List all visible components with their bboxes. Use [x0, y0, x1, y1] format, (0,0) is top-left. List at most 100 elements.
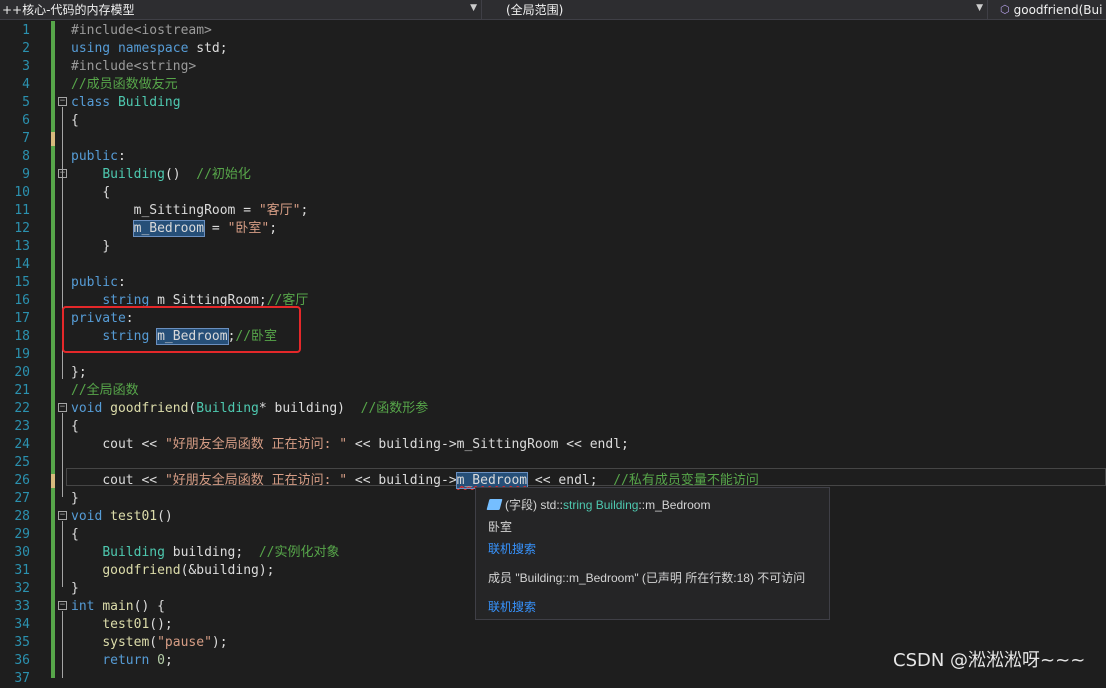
code-token: ( [149, 635, 158, 650]
code-token: ); [211, 635, 228, 650]
code-line: goodfriend(&building); [71, 562, 275, 580]
code-line: public: [71, 274, 126, 292]
code-line: void test01() [71, 508, 173, 526]
line-number: 33 [14, 599, 30, 614]
code-token: { [71, 113, 79, 128]
line-number: 36 [14, 653, 30, 668]
function-name: main [102, 599, 134, 614]
line-number: 6 [22, 113, 30, 128]
collapse-icon[interactable]: − [58, 97, 67, 106]
collapse-icon[interactable]: − [58, 403, 67, 412]
code-line: return 0; [71, 652, 173, 670]
comment: //全局函数 [71, 383, 139, 398]
code-token: : [117, 149, 126, 164]
code-token: std; [188, 41, 228, 56]
code-line: void goodfriend(Building* building) //函数… [71, 400, 428, 418]
line-number: 37 [14, 671, 30, 686]
member-dropdown[interactable]: ⬡ goodfriend(Bui [996, 0, 1106, 19]
code-line: } [71, 490, 79, 508]
comment: //初始化 [196, 167, 251, 182]
collapse-icon[interactable]: − [58, 169, 67, 178]
tooltip-namespace: std:: [540, 498, 564, 512]
code-token: << building-> [347, 473, 457, 488]
line-number: 32 [14, 581, 30, 596]
line-number: 15 [14, 275, 30, 290]
member-variable: m_SittingRoom [456, 437, 559, 452]
code-line: class Building [71, 94, 181, 112]
watermark: CSDN @淞淞淞呀~~~ [893, 650, 1086, 671]
outline-line [62, 611, 63, 678]
line-number: 9 [22, 167, 30, 182]
error-reference[interactable]: m_Bedroom [455, 472, 529, 489]
line-number: 3 [22, 59, 30, 74]
code-token: << building-> [347, 437, 457, 452]
line-number: 8 [22, 149, 30, 164]
collapse-icon[interactable]: − [58, 601, 67, 610]
line-number: 26 [14, 473, 30, 488]
comment: //实例化对象 [258, 545, 340, 560]
code-token: = [204, 221, 228, 236]
code-token: () { [133, 599, 165, 614]
code-line: #include<string> [71, 58, 196, 76]
quick-info-tooltip: (字段) std::string Building::m_Bedroom 卧室 … [475, 487, 830, 620]
scope-dropdown[interactable]: (全局范围) ▼ [488, 0, 988, 19]
collapse-icon[interactable]: − [58, 511, 67, 520]
line-number: 17 [14, 311, 30, 326]
annotation-highlight-box [62, 306, 301, 353]
function-name: system [102, 635, 150, 650]
line-number: 4 [22, 77, 30, 92]
member-dropdown-label: goodfriend(Bui [1013, 2, 1103, 17]
line-number: 13 [14, 239, 30, 254]
code-token: { [71, 527, 79, 542]
tooltip-member: ::m_Bedroom [638, 498, 711, 512]
keyword: return [102, 653, 150, 668]
code-token: () [157, 509, 173, 524]
outline-line [62, 521, 63, 587]
code-line: public: [71, 148, 126, 166]
line-number: 29 [14, 527, 30, 542]
line-number: 34 [14, 617, 30, 632]
line-number: 7 [22, 131, 30, 146]
online-search-link[interactable]: 联机搜索 [488, 540, 536, 557]
outline-line [62, 413, 63, 497]
line-number: 1 [22, 23, 30, 38]
line-number: 2 [22, 41, 30, 56]
string-literal: "客厅" [258, 203, 301, 218]
code-line: using namespace std; [71, 40, 228, 58]
code-token: << endl; [558, 437, 629, 452]
line-number: 35 [14, 635, 30, 650]
code-token: } [71, 491, 79, 506]
code-token: }; [71, 365, 87, 380]
chevron-down-icon: ▼ [976, 3, 983, 13]
field-icon [486, 499, 503, 510]
code-line: int main() { [71, 598, 165, 616]
class-name: Building [102, 545, 165, 560]
string-literal: "好朋友全局函数 正在访问: " [164, 473, 348, 488]
code-token: (&building); [180, 563, 275, 578]
chevron-down-icon: ▼ [470, 3, 477, 13]
line-number: 18 [14, 329, 30, 344]
code-token: { [102, 185, 111, 200]
code-line: { [71, 526, 79, 544]
line-number: 19 [14, 347, 30, 362]
code-line: { [71, 112, 79, 130]
function-name: goodfriend [110, 401, 189, 416]
line-number: 30 [14, 545, 30, 560]
code-line: cout << "好朋友全局函数 正在访问: " << building->m_… [71, 436, 629, 454]
file-dropdown-label: ++核心-代码的内存模型 [2, 3, 135, 17]
code-token: ; [164, 653, 173, 668]
online-search-link[interactable]: 联机搜索 [488, 598, 536, 615]
keyword: void [71, 509, 103, 524]
line-number: 5 [22, 95, 30, 110]
string-literal: "pause" [157, 635, 212, 650]
code-token: } [71, 581, 79, 596]
tooltip-signature: (字段) std::string Building::m_Bedroom [486, 496, 711, 513]
code-line: //成员函数做友元 [71, 76, 178, 94]
comment: //函数形参 [360, 401, 429, 416]
tooltip-kind: (字段) [505, 498, 537, 512]
file-dropdown[interactable]: ++核心-代码的内存模型 ▼ [0, 0, 482, 19]
function-name: test01 [110, 509, 158, 524]
code-token: () [164, 167, 197, 182]
code-line: } [71, 238, 110, 256]
code-token: = [235, 203, 259, 218]
